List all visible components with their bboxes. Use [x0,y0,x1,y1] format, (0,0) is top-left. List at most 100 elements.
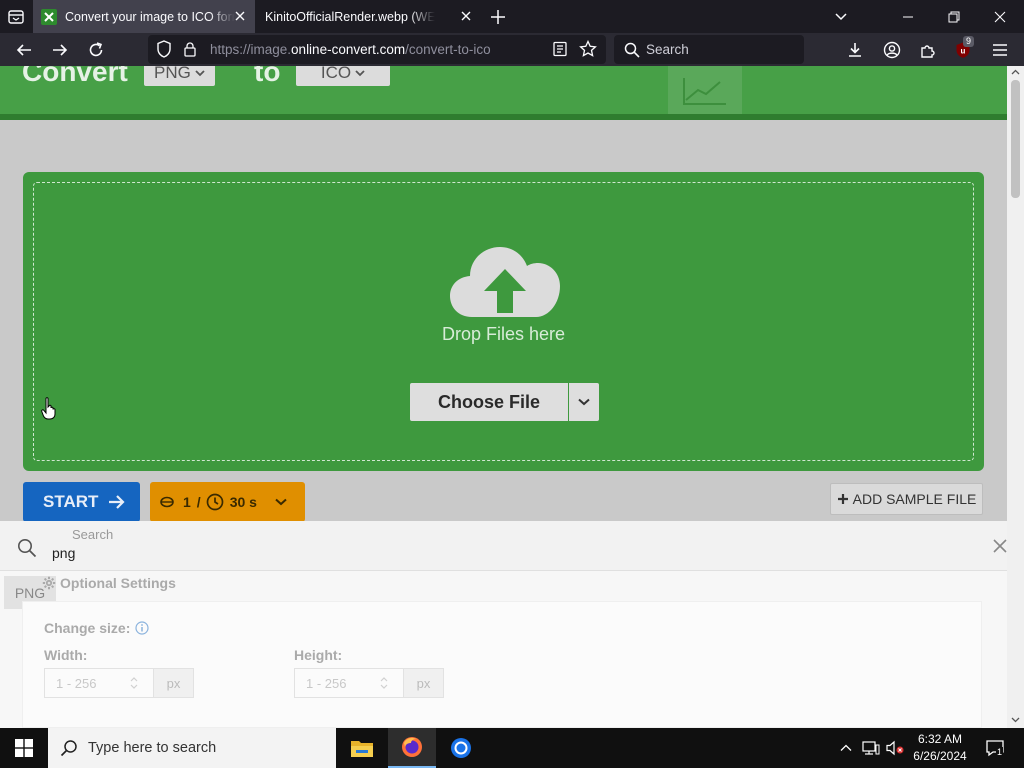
drop-files-text: Drop Files here [441,324,566,344]
browser-nav-bar: https://image.online-convert.com/convert… [0,33,1024,66]
change-size-text: Change size: [44,620,131,636]
close-tab-icon[interactable] [233,9,247,23]
network-icon[interactable] [861,738,881,758]
format-search-label: Search [72,527,114,542]
search-icon [60,740,77,757]
time-limit: 30 s [229,494,257,510]
tab-convert-ico[interactable]: Convert your image to ICO format [33,0,255,33]
tab-kinito-webp[interactable]: KinitoOfficialRender.webp (WEBP Image) [257,0,481,33]
credits-time-dropdown[interactable]: 1 / 30 s [150,482,305,522]
taskbar-search-box[interactable]: Type here to search [48,728,336,768]
windows-start-button[interactable] [0,728,48,768]
height-placeholder: 1 - 256 [306,676,347,691]
width-placeholder: 1 - 256 [56,676,97,691]
address-bar[interactable]: https://image.online-convert.com/convert… [148,35,606,64]
clock-icon [206,493,224,511]
height-unit: px [403,669,443,697]
height-label: Height: [294,647,343,663]
close-search-icon[interactable] [992,538,1007,554]
hero-to-word: to [254,66,281,87]
info-icon[interactable] [135,621,149,635]
credits-separator: / [196,494,201,510]
reader-view-icon[interactable] [550,39,570,59]
windows-taskbar: Type here to search 6:32 AM 6/26/2024 1 [0,728,1024,768]
scroll-down-arrow-icon[interactable] [1011,717,1020,723]
hero-title: Convert [22,66,128,87]
extensions-puzzle-icon[interactable] [918,40,938,60]
gear-icon [42,576,56,590]
web-page: Convert PNG to ICO Drop Files here Choos… [0,66,1007,728]
url-prefix: https://image. [210,42,292,57]
taskbar-search-placeholder: Type here to search [88,740,217,756]
chrome-taskbar-icon[interactable] [437,728,485,768]
firefox-taskbar-icon[interactable] [388,728,436,768]
show-hidden-icons-chevron-icon[interactable] [836,738,856,758]
width-unit: px [153,669,193,697]
reload-icon[interactable] [86,40,106,60]
browser-search-field[interactable]: Search [614,35,804,64]
drop-zone-dashed-area[interactable]: Drop Files here Choose File [33,182,974,461]
chevron-down-icon [578,398,590,406]
format-search-input[interactable]: png [52,545,75,561]
new-tab-plus-icon[interactable] [489,8,507,26]
tab-list-icon[interactable] [6,7,26,27]
height-input[interactable]: 1 - 256 px [294,668,444,698]
search-icon [622,40,642,60]
account-icon[interactable] [882,40,902,60]
list-all-tabs-chevron-icon[interactable] [818,0,864,33]
close-tab-icon[interactable] [459,9,473,23]
notifications-icon[interactable]: 1 [983,738,1007,758]
windows-logo-icon [15,739,33,757]
from-format-value: PNG [154,66,191,82]
bookmark-star-icon[interactable] [578,39,598,59]
forward-arrow-icon[interactable] [50,40,70,60]
tab-title: Convert your image to ICO format [65,9,235,24]
system-clock[interactable]: 6:32 AM 6/26/2024 [908,731,972,765]
extension-count-badge: 9 [963,36,975,47]
secure-lock-icon[interactable] [180,39,200,59]
online-convert-favicon-icon [41,8,57,25]
choose-file-button[interactable]: Choose File [410,383,568,421]
chevron-down-icon [275,498,287,506]
downloads-icon[interactable] [845,40,865,60]
from-format-select[interactable]: PNG [144,66,215,86]
browser-tab-bar: Convert your image to ICO format KinitoO… [0,0,1024,33]
add-sample-label: ADD SAMPLE FILE [852,491,977,507]
to-format-select[interactable]: ICO [296,66,390,86]
restore-window-icon[interactable] [931,0,977,33]
number-spinner-icon[interactable] [379,676,389,690]
choose-file-source-dropdown[interactable] [569,383,599,421]
optional-settings-heading: Optional Settings [42,575,176,591]
tracking-protection-shield-icon[interactable] [154,39,174,59]
hero-banner: Convert PNG to ICO [0,66,1007,120]
file-drop-zone[interactable]: Drop Files here Choose File [23,172,984,471]
coin-icon [160,496,174,508]
number-spinner-icon[interactable] [129,676,139,690]
search-icon [18,539,37,558]
url-text[interactable]: https://image.online-convert.com/convert… [210,42,491,57]
scrollbar-thumb[interactable] [1011,80,1020,198]
start-button[interactable]: START [23,482,140,522]
start-label: START [43,492,99,511]
minimize-window-icon[interactable] [885,0,931,33]
hamburger-menu-icon[interactable] [990,40,1010,60]
file-explorer-taskbar-icon[interactable] [338,728,386,768]
url-domain: online-convert.com [291,42,406,57]
page-scrollbar[interactable] [1007,66,1024,728]
add-sample-file-button[interactable]: ADD SAMPLE FILE [830,483,983,515]
to-format-value: ICO [320,66,352,82]
scroll-up-arrow-icon[interactable] [1011,69,1020,75]
back-arrow-icon[interactable] [14,40,34,60]
width-input[interactable]: 1 - 256 px [44,668,194,698]
clock-time: 6:32 AM [917,732,963,746]
format-search-bar[interactable]: Search png [0,521,1007,571]
browser-search-placeholder: Search [646,42,689,57]
notification-count: 1 [996,747,1004,757]
hero-chart-illustration-icon [668,66,742,114]
resize-options-card: Change size: Width: Height: 1 - 256 px 1… [22,601,982,728]
arrow-right-icon [109,495,125,509]
close-window-icon[interactable] [977,0,1023,33]
plus-icon [837,494,848,504]
hand-pointer-cursor-icon [41,397,56,420]
volume-muted-icon[interactable] [885,738,905,758]
